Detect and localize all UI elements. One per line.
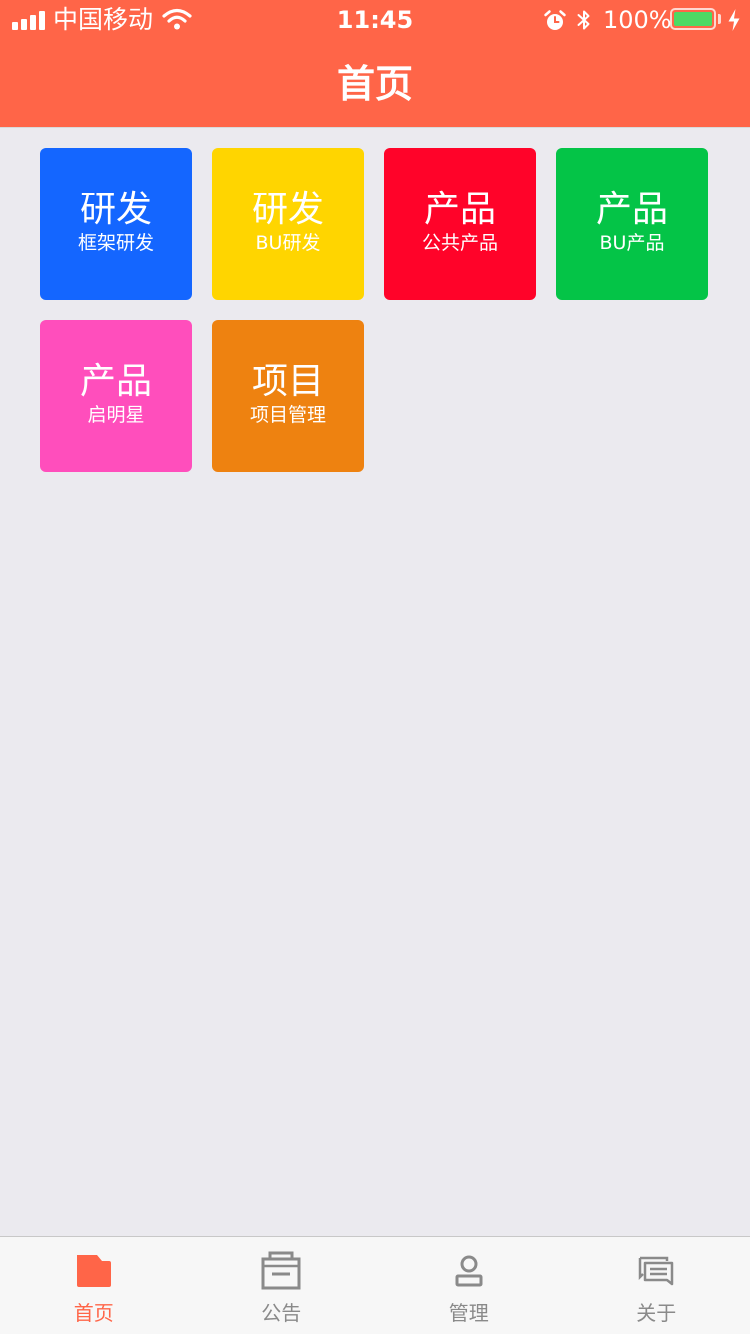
- tile-framework-rnd[interactable]: 研发 框架研发: [40, 148, 192, 300]
- module-grid: 研发 框架研发 研发 BU研发 产品 公共产品 产品 BU产品 产品 启明星 项…: [40, 148, 720, 472]
- tile-subtitle: 框架研发: [77, 232, 154, 254]
- tile-qimingxing-product[interactable]: 产品 启明星: [40, 320, 192, 472]
- status-bar: 中国移动 11:45 100%: [0, 0, 750, 40]
- navigation-bar: 首页: [0, 40, 750, 128]
- tile-title: 产品: [79, 361, 152, 402]
- user-icon: [447, 1249, 491, 1293]
- tile-title: 项目: [251, 361, 324, 402]
- tile-subtitle: 启明星: [87, 404, 145, 426]
- battery-level-fill: [674, 12, 712, 26]
- tab-label: 关于: [636, 1301, 677, 1325]
- battery-percent: 100%: [603, 6, 672, 34]
- tab-bar: 首页 公告 管理 关于: [0, 1236, 750, 1334]
- tile-title: 产品: [595, 189, 668, 230]
- tab-about[interactable]: 关于: [563, 1237, 750, 1334]
- tab-management[interactable]: 管理: [375, 1237, 563, 1334]
- tile-title: 产品: [423, 189, 496, 230]
- battery-icon: [670, 8, 716, 30]
- home-icon: [72, 1249, 116, 1293]
- bluetooth-icon: [575, 8, 593, 36]
- tile-subtitle: BU研发: [255, 232, 321, 254]
- tab-label: 管理: [448, 1301, 489, 1325]
- alarm-icon: [543, 9, 567, 37]
- tile-subtitle: BU产品: [599, 232, 665, 254]
- tab-label: 公告: [261, 1301, 302, 1325]
- battery-tip: [718, 14, 721, 24]
- tile-project-management[interactable]: 项目 项目管理: [212, 320, 364, 472]
- tile-subtitle: 项目管理: [249, 404, 326, 426]
- tile-title: 研发: [251, 189, 324, 230]
- announcement-icon: [259, 1249, 303, 1293]
- chat-icon: [634, 1249, 678, 1293]
- charging-icon: [727, 8, 741, 36]
- tile-public-product[interactable]: 产品 公共产品: [384, 148, 536, 300]
- tab-announcement[interactable]: 公告: [188, 1237, 376, 1334]
- tile-subtitle: 公共产品: [421, 232, 498, 254]
- tile-bu-product[interactable]: 产品 BU产品: [556, 148, 708, 300]
- tab-label: 首页: [73, 1301, 114, 1325]
- tile-title: 研发: [79, 189, 152, 230]
- page-title: 首页: [336, 62, 413, 106]
- tile-bu-rnd[interactable]: 研发 BU研发: [212, 148, 364, 300]
- tab-home[interactable]: 首页: [0, 1237, 188, 1334]
